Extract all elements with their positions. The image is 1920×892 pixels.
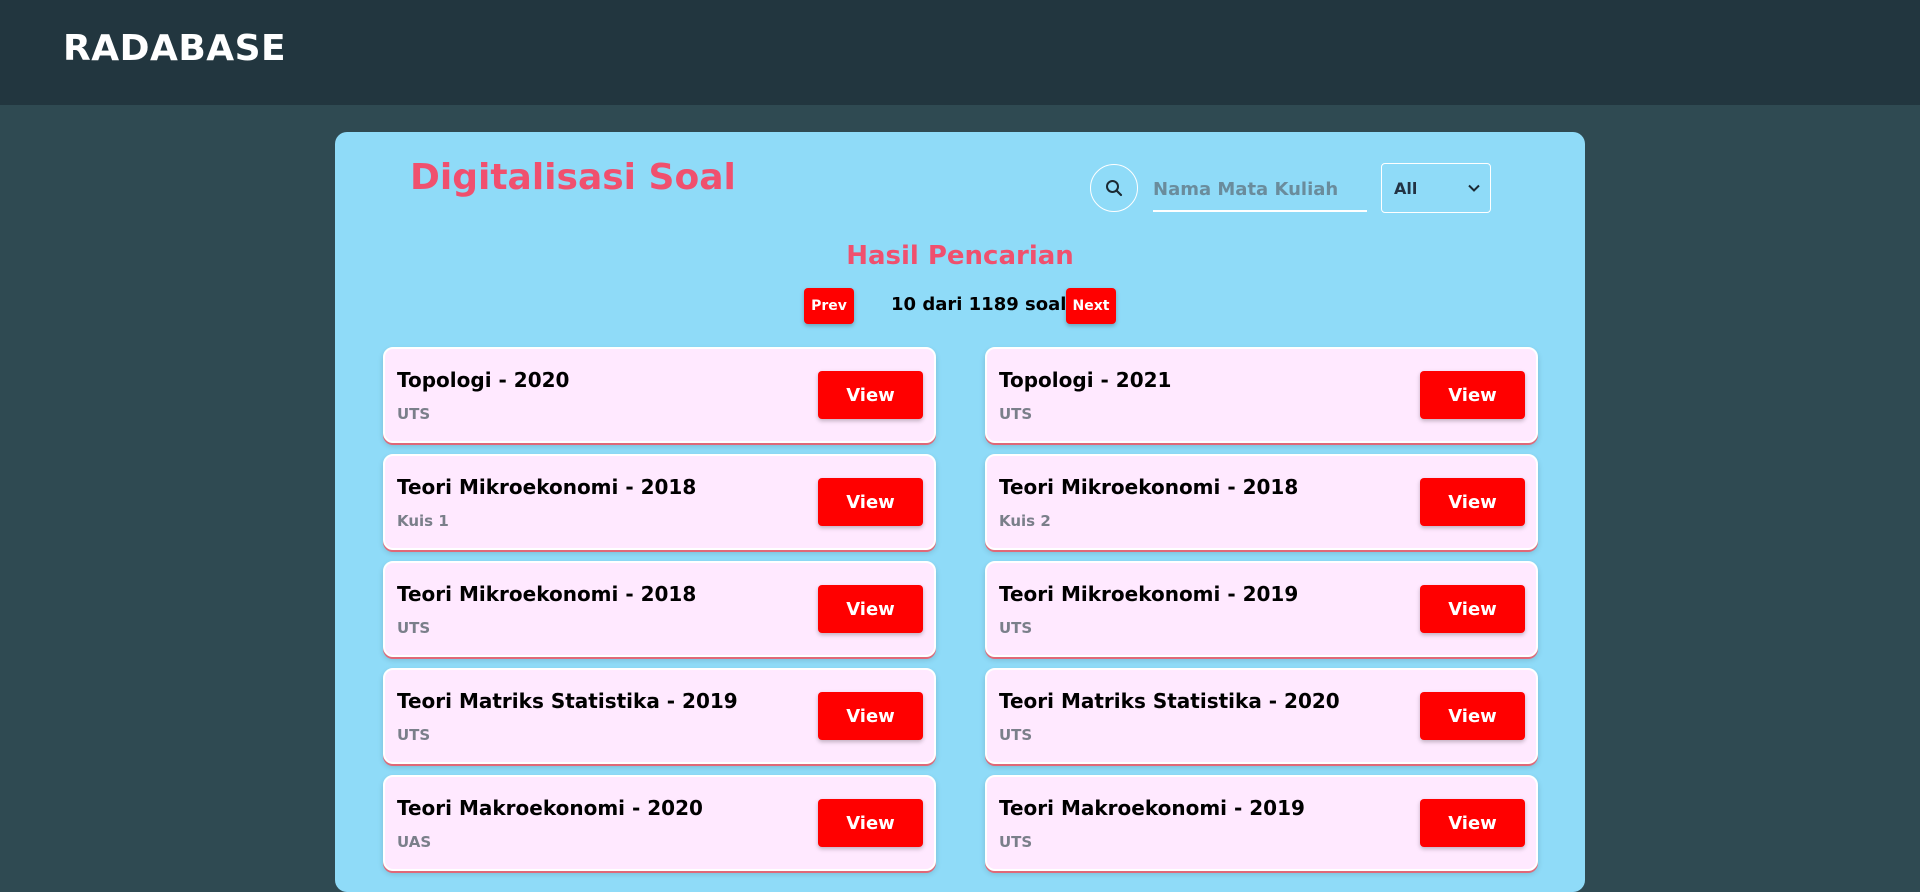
card-exam-type: UTS bbox=[999, 833, 1033, 851]
card-title: Teori Matriks Statistika - 2019 bbox=[397, 689, 738, 713]
view-button[interactable]: View bbox=[818, 799, 923, 847]
results-title: Hasil Pencarian bbox=[846, 241, 1074, 271]
result-card: Teori Matriks Statistika - 2019 UTS View bbox=[383, 668, 936, 764]
card-title: Teori Makroekonomi - 2019 bbox=[999, 796, 1305, 820]
result-card: Teori Mikroekonomi - 2019 UTS View bbox=[985, 561, 1538, 657]
result-card: Teori Mikroekonomi - 2018 Kuis 1 View bbox=[383, 454, 936, 550]
view-button[interactable]: View bbox=[1420, 799, 1525, 847]
card-title: Teori Mikroekonomi - 2018 bbox=[397, 475, 697, 499]
view-button[interactable]: View bbox=[1420, 585, 1525, 633]
card-title: Teori Makroekonomi - 2020 bbox=[397, 796, 703, 820]
view-button[interactable]: View bbox=[818, 478, 923, 526]
card-title: Teori Matriks Statistika - 2020 bbox=[999, 689, 1340, 713]
card-title: Topologi - 2020 bbox=[397, 368, 570, 392]
prev-button[interactable]: Prev bbox=[804, 288, 854, 324]
result-card: Teori Matriks Statistika - 2020 UTS View bbox=[985, 668, 1538, 764]
chevron-down-icon bbox=[1468, 184, 1480, 192]
search-input[interactable] bbox=[1153, 168, 1367, 212]
card-title: Teori Mikroekonomi - 2019 bbox=[999, 582, 1299, 606]
page-title: Digitalisasi Soal bbox=[410, 157, 736, 198]
card-exam-type: UTS bbox=[397, 726, 431, 744]
result-card: Topologi - 2020 UTS View bbox=[383, 347, 936, 443]
filter-selected-value: All bbox=[1394, 178, 1418, 198]
result-card: Teori Makroekonomi - 2019 UTS View bbox=[985, 775, 1538, 871]
card-exam-type: UTS bbox=[397, 405, 431, 423]
card-exam-type: UTS bbox=[999, 619, 1033, 637]
card-title: Topologi - 2021 bbox=[999, 368, 1172, 392]
card-title: Teori Mikroekonomi - 2018 bbox=[397, 582, 697, 606]
search-icon bbox=[1106, 180, 1123, 197]
view-button[interactable]: View bbox=[818, 371, 923, 419]
filter-select[interactable]: All bbox=[1381, 163, 1491, 213]
view-button[interactable]: View bbox=[1420, 371, 1525, 419]
top-navbar: RADABASE bbox=[0, 0, 1920, 105]
result-card: Teori Mikroekonomi - 2018 UTS View bbox=[383, 561, 936, 657]
result-card: Topologi - 2021 UTS View bbox=[985, 347, 1538, 443]
brand-logo[interactable]: RADABASE bbox=[63, 28, 286, 69]
card-title: Teori Mikroekonomi - 2018 bbox=[999, 475, 1299, 499]
view-button[interactable]: View bbox=[1420, 692, 1525, 740]
card-exam-type: Kuis 1 bbox=[397, 512, 449, 530]
view-button[interactable]: View bbox=[818, 692, 923, 740]
result-card: Teori Makroekonomi - 2020 UAS View bbox=[383, 775, 936, 871]
view-button[interactable]: View bbox=[818, 585, 923, 633]
pagination-info: 10 dari 1189 soal bbox=[891, 294, 1067, 315]
search-button[interactable] bbox=[1090, 164, 1138, 212]
card-exam-type: Kuis 2 bbox=[999, 512, 1051, 530]
card-exam-type: UTS bbox=[397, 619, 431, 637]
next-button[interactable]: Next bbox=[1066, 288, 1116, 324]
main-panel: Digitalisasi Soal All Hasil Pencarian Pr… bbox=[335, 132, 1585, 892]
card-exam-type: UTS bbox=[999, 726, 1033, 744]
results-grid: Topologi - 2020 UTS View Topologi - 2021 UTS… bbox=[383, 347, 1538, 871]
card-exam-type: UAS bbox=[397, 833, 432, 851]
card-exam-type: UTS bbox=[999, 405, 1033, 423]
view-button[interactable]: View bbox=[1420, 478, 1525, 526]
result-card: Teori Mikroekonomi - 2018 Kuis 2 View bbox=[985, 454, 1538, 550]
